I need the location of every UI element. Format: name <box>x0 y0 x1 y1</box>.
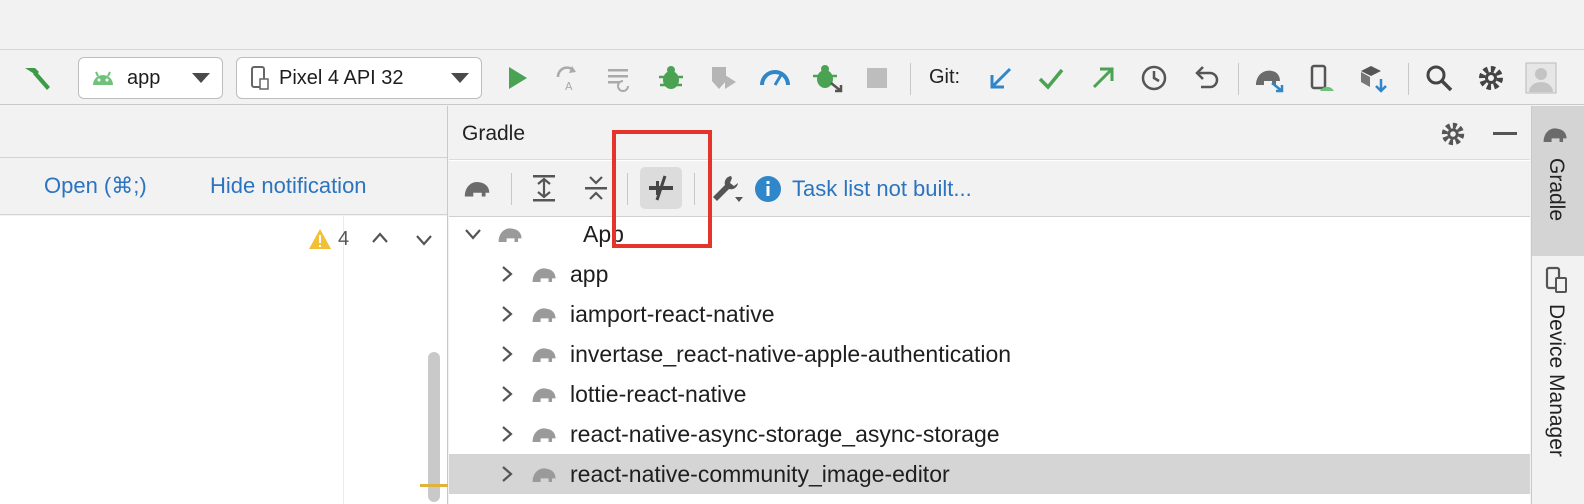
gradle-elephant-icon <box>529 300 561 328</box>
svg-text:A: A <box>565 80 573 93</box>
toolbar-separator <box>910 63 911 95</box>
chevron-right-icon[interactable] <box>497 464 517 484</box>
annotation-highlight-box <box>612 130 712 248</box>
sdk-manager-icon[interactable] <box>1356 61 1390 95</box>
run-config-label: app <box>127 66 161 89</box>
tree-row-label: react-native-async-storage_async-storage <box>570 420 1000 447</box>
android-icon <box>91 69 115 87</box>
warning-marker <box>420 484 448 487</box>
notification-bar: Open (⌘;) Hide notification <box>0 159 447 215</box>
device-select[interactable]: Pixel 4 API 32 <box>236 57 482 99</box>
gradle-elephant-icon <box>529 340 561 368</box>
tree-row[interactable]: iamport-react-native <box>449 294 1530 334</box>
code-editor[interactable]: 4 <box>0 216 448 504</box>
tree-row-label: iamport-react-native <box>570 300 775 327</box>
toolbar-separator <box>1238 63 1239 95</box>
gear-icon[interactable] <box>1474 61 1508 95</box>
tree-row[interactable]: lottie-react-native <box>449 374 1530 414</box>
debug-icon[interactable] <box>654 61 688 95</box>
device-manager-icon <box>1544 266 1570 299</box>
chevron-down-icon <box>451 73 469 83</box>
history-icon[interactable] <box>1137 61 1171 95</box>
chevron-right-icon[interactable] <box>497 424 517 444</box>
chevron-right-icon[interactable] <box>497 264 517 284</box>
chevron-down-icon[interactable] <box>414 232 434 253</box>
tree-row[interactable]: react-native-async-storage_async-storage <box>449 414 1530 454</box>
run-icon[interactable] <box>500 61 534 95</box>
gradle-elephant-icon <box>529 460 561 488</box>
minimize-icon[interactable] <box>1493 132 1517 135</box>
gradle-tree[interactable]: App app iamport-react-native invertase_reac… <box>449 218 1530 504</box>
gradle-tool-tab[interactable]: Gradle <box>1532 106 1584 256</box>
rollback-icon[interactable] <box>1189 61 1223 95</box>
window-top-band <box>0 0 1584 50</box>
apply-code-icon[interactable] <box>602 61 636 95</box>
chevron-up-icon[interactable] <box>370 230 390 251</box>
editor-gutter-line <box>343 216 344 504</box>
git-commit-icon[interactable] <box>1034 61 1068 95</box>
gradle-elephant-icon <box>529 260 561 288</box>
hammer-icon[interactable] <box>20 61 54 95</box>
tree-row[interactable]: app <box>449 254 1530 294</box>
avatar-icon[interactable] <box>1524 61 1558 95</box>
gradle-tab-label: Gradle <box>1545 158 1568 222</box>
gradle-elephant-icon <box>529 420 561 448</box>
toolbar-separator <box>511 173 512 205</box>
apply-changes-icon[interactable]: A <box>550 61 584 95</box>
gradle-elephant-icon[interactable] <box>457 167 499 209</box>
open-link[interactable]: Open (⌘;) <box>44 173 147 199</box>
hide-notification-link[interactable]: Hide notification <box>210 173 367 199</box>
editor-scrollbar[interactable] <box>428 352 440 502</box>
device-icon <box>249 65 269 91</box>
device-manager-icon[interactable] <box>1304 61 1338 95</box>
device-label: Pixel 4 API 32 <box>279 66 404 89</box>
editor-tab-bar <box>0 106 447 158</box>
chevron-right-icon[interactable] <box>497 304 517 324</box>
gradle-elephant-icon <box>529 380 561 408</box>
gradle-title: Gradle <box>462 122 526 145</box>
toolbar-separator <box>1408 63 1409 95</box>
warning-count: 4 <box>338 228 350 250</box>
attach-bug-icon[interactable] <box>810 61 844 95</box>
tree-row-label: app <box>570 260 609 287</box>
gradle-sync-icon[interactable] <box>1252 61 1286 95</box>
profile-icon[interactable] <box>758 61 792 95</box>
task-list-link[interactable]: Task list not built... <box>792 176 972 202</box>
gear-icon[interactable] <box>1439 120 1467 153</box>
chevron-down-icon[interactable] <box>463 224 483 244</box>
main-toolbar: app Pixel 4 API 32 A Git: <box>0 51 1584 105</box>
tree-row-label: invertase_react-native-apple-authenticat… <box>570 340 1012 367</box>
expand-all-icon[interactable] <box>523 167 565 209</box>
chevron-down-icon <box>192 73 210 83</box>
git-label: Git: <box>929 66 961 88</box>
tree-row-label: react-native-community_image-editor <box>570 460 950 487</box>
gradle-elephant-icon <box>1541 122 1571 151</box>
attach-debugger-icon[interactable] <box>706 61 740 95</box>
warning-icon <box>308 228 332 255</box>
tree-row[interactable]: react-native-community_image-editor <box>449 454 1530 494</box>
chevron-right-icon[interactable] <box>497 344 517 364</box>
git-update-icon[interactable] <box>984 61 1018 95</box>
info-icon <box>754 175 782 208</box>
git-push-icon[interactable] <box>1086 61 1120 95</box>
search-icon[interactable] <box>1422 61 1456 95</box>
tree-row[interactable]: invertase_react-native-apple-authenticat… <box>449 334 1530 374</box>
gradle-elephant-icon <box>495 220 527 248</box>
collapse-all-icon[interactable] <box>575 167 617 209</box>
chevron-right-icon[interactable] <box>497 384 517 404</box>
right-tool-stripe: Gradle Device Manager <box>1531 106 1584 504</box>
tree-row-label: lottie-react-native <box>570 380 747 407</box>
run-config-select[interactable]: app <box>78 57 223 99</box>
left-editor-panel: Open (⌘;) Hide notification 4 <box>0 106 448 504</box>
stop-icon[interactable] <box>860 61 894 95</box>
device-manager-tab-label[interactable]: Device Manager <box>1544 304 1568 457</box>
